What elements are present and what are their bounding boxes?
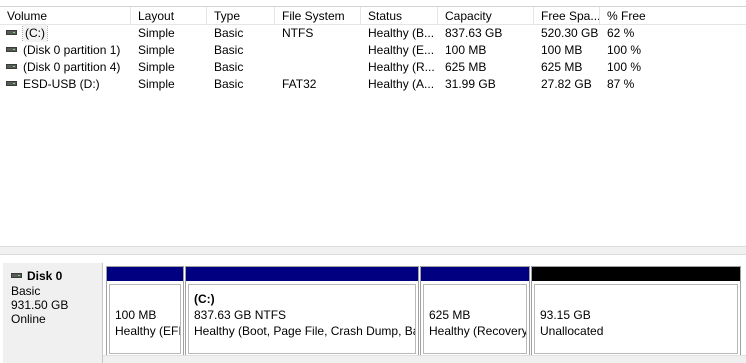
partition-bar (107, 267, 183, 281)
volume-cell[interactable]: (C:) (0, 25, 131, 42)
column-header-layout[interactable]: Layout (131, 7, 207, 25)
partition-bar (186, 267, 418, 281)
percent-free-cell: 100 % (607, 60, 642, 74)
column-header-status[interactable]: Status (361, 7, 438, 25)
capacity-cell: 100 MB (445, 43, 487, 57)
drive-icon (6, 81, 17, 87)
partition-unallocated[interactable]: 93.15 GB Unallocated (531, 266, 741, 357)
capacity-cell: 837.63 GB (445, 26, 503, 40)
column-header-volume[interactable]: Volume (0, 7, 131, 25)
capacity-cell: 625 MB (445, 60, 487, 74)
disk-map: Disk 0 Basic 931.50 GB Online 100 MB Hea… (0, 255, 746, 363)
file-system-cell (275, 42, 361, 59)
partition-size: 625 MB (429, 308, 471, 322)
percent-free-cell: 87 % (607, 77, 635, 91)
status-cell: Healthy (E... (368, 43, 435, 57)
volume-row-esd-usb[interactable]: ESD-USB (D:) Simple Basic FAT32 Healthy … (0, 76, 746, 93)
file-system-cell (275, 59, 361, 76)
free-space-cell: 625 MB (541, 60, 583, 74)
type-cell: Basic (214, 60, 244, 74)
partition-recovery[interactable]: 625 MB Healthy (Recovery (420, 266, 530, 357)
capacity-cell: 31.99 GB (445, 77, 496, 91)
column-header: Volume Layout Type File System Status Ca… (0, 6, 746, 25)
partition-title (429, 291, 526, 307)
type-cell: Basic (214, 43, 244, 57)
column-header-capacity[interactable]: Capacity (438, 7, 534, 25)
volume-cell[interactable]: (Disk 0 partition 4) (0, 59, 131, 76)
drive-icon (6, 64, 17, 70)
horizontal-scrollbar[interactable] (103, 355, 746, 363)
status-cell: Healthy (R... (368, 60, 435, 74)
disk-management-window: Volume Layout Type File System Status Ca… (0, 0, 746, 363)
disk-type: Basic (11, 284, 41, 298)
layout-cell: Simple (138, 43, 175, 57)
column-header-free-space[interactable]: Free Spa... (534, 7, 600, 25)
percent-free-cell: 62 % (607, 26, 635, 40)
disk-size: 931.50 GB (11, 298, 69, 312)
drive-icon (6, 47, 17, 53)
volume-row-disk0-partition4[interactable]: (Disk 0 partition 4) Simple Basic Health… (0, 59, 746, 76)
partition-size: 93.15 GB (540, 308, 591, 322)
volume-row-c[interactable]: (C:) Simple Basic NTFS Healthy (B... 837… (0, 25, 746, 42)
free-space-cell: 100 MB (541, 43, 583, 57)
disk-name-line: Disk 0 (11, 269, 102, 284)
volume-name: (Disk 0 partition 4) (23, 60, 121, 74)
partition-status: Healthy (Recovery (429, 324, 526, 338)
partition-efi[interactable]: 100 MB Healthy (EFI (106, 266, 184, 357)
volume-cell[interactable]: (Disk 0 partition 1) (0, 42, 131, 59)
partition-body: (C:) 837.63 GB NTFS Healthy (Boot, Page … (188, 284, 416, 354)
type-cell: Basic (214, 26, 244, 40)
partition-status: Unallocated (540, 324, 604, 338)
partition-size: 837.63 GB NTFS (194, 308, 287, 322)
partition-bar (532, 267, 740, 281)
partition-body: 100 MB Healthy (EFI (109, 284, 181, 354)
column-header-file-system[interactable]: File System (275, 7, 361, 25)
volume-name: ESD-USB (D:) (23, 77, 100, 91)
drive-icon (11, 273, 22, 279)
volume-name: (C:) (22, 25, 48, 42)
partition-title: (C:) (194, 292, 215, 306)
volume-name: (Disk 0 partition 1) (23, 43, 121, 57)
pane-splitter[interactable] (0, 246, 746, 255)
drive-icon (6, 30, 17, 36)
column-header-type[interactable]: Type (207, 7, 275, 25)
file-system-cell: FAT32 (282, 77, 317, 91)
disk-state: Online (11, 312, 46, 326)
partition-title (540, 291, 737, 307)
disk-name: Disk 0 (27, 269, 63, 283)
free-space-cell: 520.30 GB (541, 26, 599, 40)
volume-row-disk0-partition1[interactable]: (Disk 0 partition 1) Simple Basic Health… (0, 42, 746, 59)
volume-list: Volume Layout Type File System Status Ca… (0, 0, 746, 246)
partition-body: 93.15 GB Unallocated (534, 284, 738, 354)
partition-status: Healthy (EFI (115, 324, 180, 338)
partition-bar (421, 267, 529, 281)
status-cell: Healthy (A... (368, 77, 435, 91)
type-cell: Basic (214, 77, 244, 91)
file-system-cell: NTFS (282, 26, 314, 40)
disk-0-label[interactable]: Disk 0 Basic 931.50 GB Online (3, 263, 103, 363)
partition-status: Healthy (Boot, Page File, Crash Dump, Ba… (194, 324, 415, 338)
column-header-percent-free[interactable]: % Free (600, 7, 746, 25)
free-space-cell: 27.82 GB (541, 77, 592, 91)
layout-cell: Simple (138, 26, 175, 40)
status-cell: Healthy (B... (368, 26, 435, 40)
partition-body: 625 MB Healthy (Recovery (423, 284, 527, 354)
volume-cell[interactable]: ESD-USB (D:) (0, 76, 131, 93)
layout-cell: Simple (138, 77, 175, 91)
partition-size: 100 MB (115, 308, 157, 322)
percent-free-cell: 100 % (607, 43, 642, 57)
partition-c[interactable]: (C:) 837.63 GB NTFS Healthy (Boot, Page … (185, 266, 419, 357)
partition-title (115, 291, 180, 307)
layout-cell: Simple (138, 60, 175, 74)
